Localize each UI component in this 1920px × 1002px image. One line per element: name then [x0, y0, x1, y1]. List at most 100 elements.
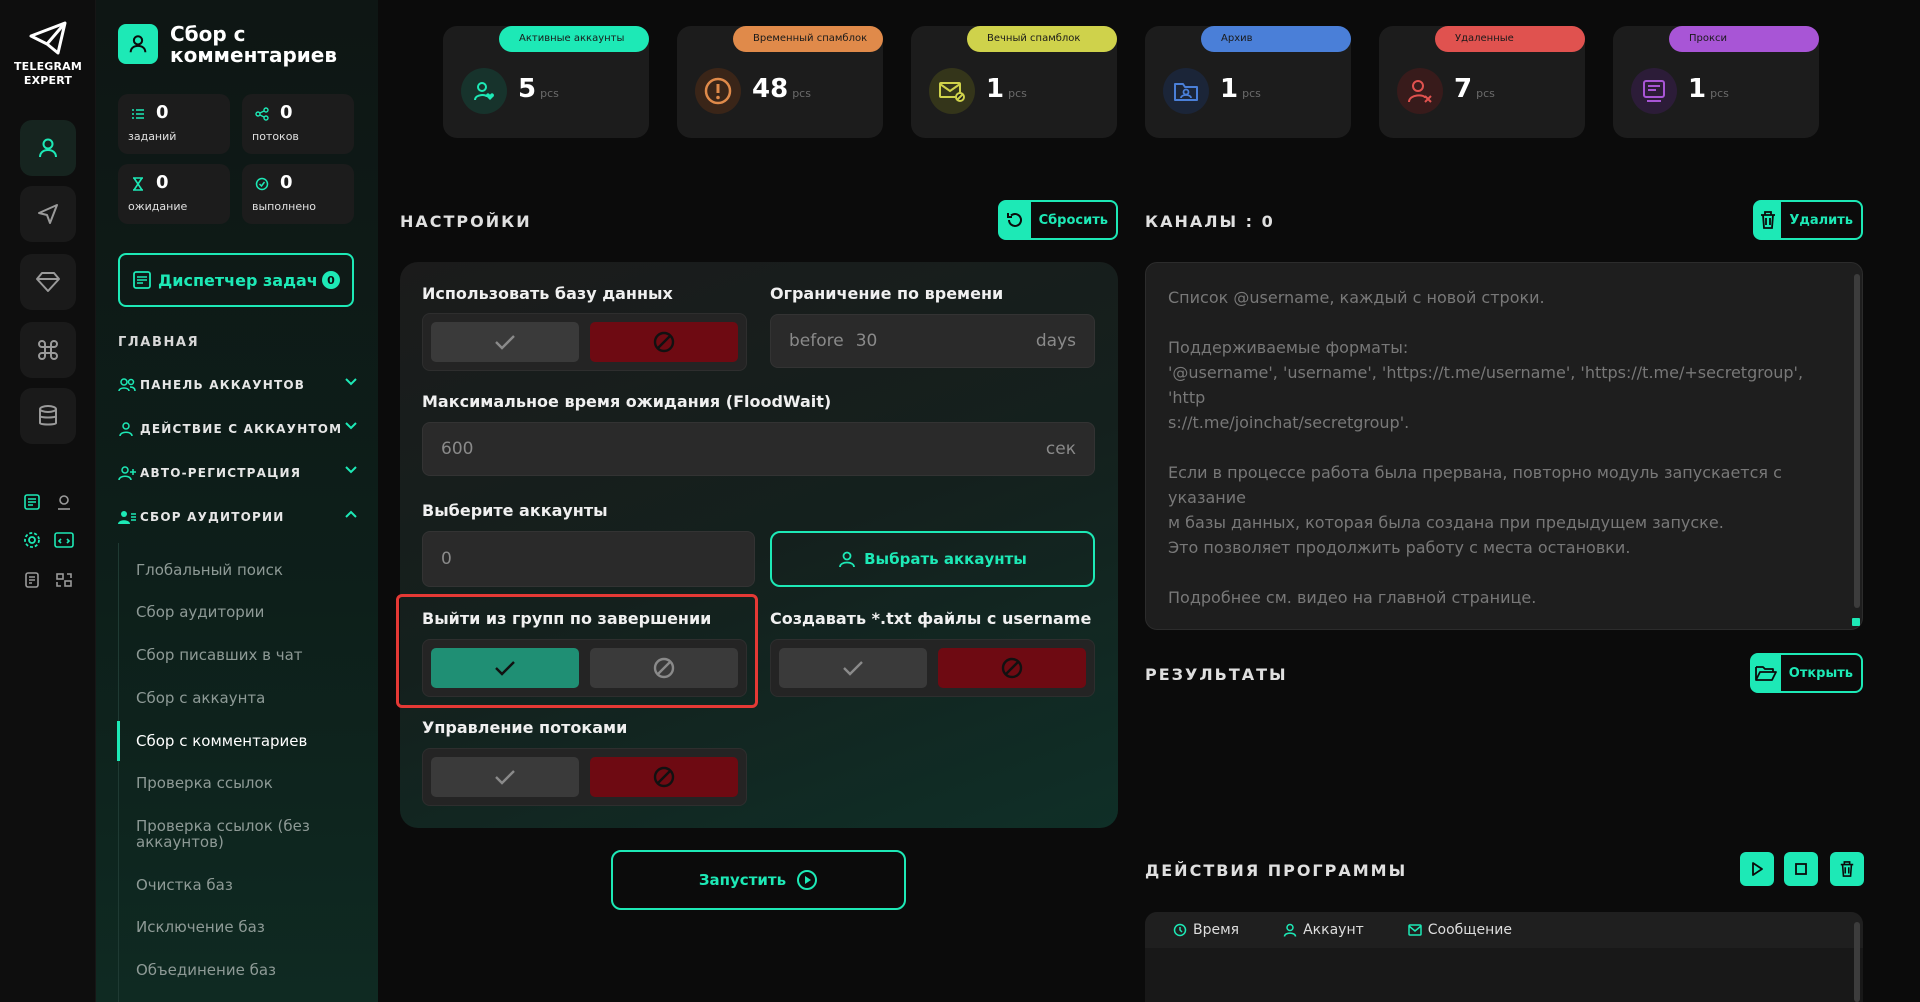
card-value: 1 pcs [1220, 74, 1261, 104]
channels-textarea[interactable]: Список @username, каждый с новой строки.… [1145, 262, 1863, 630]
settings-gear-icon[interactable] [20, 528, 44, 552]
use-db-yes-button[interactable] [431, 322, 579, 362]
chevron-down-icon [345, 466, 357, 474]
subnav-chat-writers[interactable]: Сбор писавших в чат [136, 647, 346, 663]
subnav-merge-bases[interactable]: Объединение баз [136, 962, 346, 978]
task-dispatcher-button[interactable]: Диспетчер задач 0 [118, 253, 354, 307]
sidebar: Сбор с комментариев 0 заданий 0 потоков … [96, 0, 378, 1002]
nav-group-label: ПАНЕЛЬ АККАУНТОВ [140, 378, 306, 392]
chevron-down-icon [345, 422, 357, 430]
nav-group-label: СБОР АУДИТОРИИ [140, 510, 285, 524]
play-icon [1752, 862, 1763, 876]
nav-group-accounts-panel[interactable]: ПАНЕЛЬ АККАУНТОВ [118, 374, 358, 396]
sidebar-section-title: ГЛАВНАЯ [118, 335, 200, 350]
card-deleted[interactable]: Удаленные 7 pcs [1379, 26, 1585, 138]
card-value: 48 pcs [752, 74, 811, 104]
log-scrollbar[interactable] [1854, 922, 1860, 1002]
subnav-audience[interactable]: Сбор аудитории [136, 604, 346, 620]
time-limit-suffix: days [1035, 331, 1076, 351]
card-value: 7 pcs [1454, 74, 1495, 104]
delete-channels-button[interactable]: Удалить [1753, 200, 1863, 240]
floodwait-label: Максимальное время ожидания (FloodWait) [422, 392, 832, 411]
open-results-button[interactable]: Открыть [1750, 653, 1863, 693]
subnav-check-links[interactable]: Проверка ссылок [136, 775, 346, 791]
card-temp-spamblock[interactable]: Временный спамблок 48 pcs [677, 26, 883, 138]
settings-title: НАСТРОЙКИ [400, 212, 532, 231]
subnav-check-links-no-accounts[interactable]: Проверка ссылок (без аккаунтов) [136, 818, 346, 850]
users-list-icon [118, 509, 140, 525]
card-perm-spamblock[interactable]: Вечный спамблок 1 pcs [911, 26, 1117, 138]
card-tag: Удаленные [1435, 26, 1585, 52]
create-txt-toggle [770, 639, 1095, 697]
clear-log-button[interactable] [1830, 852, 1864, 886]
rail-commands-button[interactable] [20, 322, 76, 378]
rail-send-button[interactable] [20, 186, 76, 242]
subnav-from-account[interactable]: Сбор с аккаунта [136, 690, 346, 706]
document-list-icon[interactable] [20, 568, 44, 592]
folder-open-icon [1751, 655, 1781, 691]
time-limit-input[interactable]: before 30 days [770, 314, 1095, 368]
diamond-icon [36, 272, 60, 292]
floodwait-input[interactable]: 600 сек [422, 422, 1095, 476]
subnav-from-comments[interactable]: Сбор с комментариев [136, 733, 346, 749]
code-window-icon[interactable] [52, 528, 76, 552]
location-user-icon[interactable] [52, 490, 76, 514]
rail-database-button[interactable] [20, 388, 76, 444]
card-proxy[interactable]: Прокси 1 pcs [1613, 26, 1819, 138]
threads-icon [254, 106, 270, 122]
use-db-toggle [422, 313, 747, 371]
mail-block-icon [929, 68, 975, 114]
stat-threads: 0 потоков [242, 94, 354, 154]
subnav-clean-bases[interactable]: Очистка баз [136, 877, 346, 893]
log-col-account[interactable]: Аккаунт [1283, 922, 1364, 938]
resize-handle-icon[interactable] [1852, 618, 1860, 626]
stat-waiting-label: ожидание [128, 200, 188, 213]
floodwait-value: 600 [441, 439, 474, 459]
nav-group-account-actions[interactable]: ДЕЙСТВИЕ С АККАУНТОМ [118, 418, 358, 440]
chevron-up-icon [345, 510, 357, 518]
trash-icon [1840, 861, 1854, 877]
dispatcher-count-badge: 0 [322, 271, 340, 289]
log-col-message[interactable]: Сообщение [1408, 922, 1512, 938]
play-button[interactable] [1740, 852, 1774, 886]
dispatcher-icon [133, 271, 151, 289]
server-tasks-icon[interactable] [20, 490, 44, 514]
stop-button[interactable] [1784, 852, 1818, 886]
create-txt-yes-button[interactable] [779, 648, 927, 688]
card-archive[interactable]: Архив 1 pcs [1145, 26, 1351, 138]
results-title: РЕЗУЛЬТАТЫ [1145, 665, 1288, 684]
transfer-icon[interactable] [52, 568, 76, 592]
select-accounts-button[interactable]: Выбрать аккаунты [770, 531, 1095, 587]
start-button[interactable]: Запустить [611, 850, 906, 910]
open-label: Открыть [1788, 665, 1853, 681]
stop-icon [1795, 863, 1807, 875]
reset-icon [999, 202, 1031, 238]
check-icon [495, 770, 515, 785]
rail-accounts-button[interactable] [20, 120, 76, 176]
reset-button[interactable]: Сбросить [998, 200, 1118, 240]
accounts-input[interactable]: 0 [422, 531, 755, 587]
nav-group-auto-registration[interactable]: АВТО-РЕГИСТРАЦИЯ [118, 462, 358, 484]
card-active-accounts[interactable]: Активные аккаунты 5 pcs [443, 26, 649, 138]
rail-premium-button[interactable] [20, 254, 76, 310]
nav-group-audience-collection[interactable]: СБОР АУДИТОРИИ [118, 506, 358, 528]
log-col-time[interactable]: Время [1173, 922, 1239, 938]
command-icon [38, 340, 58, 360]
user-heart-icon [461, 68, 507, 114]
create-txt-no-button[interactable] [938, 648, 1086, 688]
dispatcher-label: Диспетчер задач [158, 270, 318, 290]
subnav-global-search[interactable]: Глобальный поиск [136, 562, 346, 578]
threads-control-yes-button[interactable] [431, 757, 579, 797]
card-tag: Вечный спамблок [967, 26, 1117, 52]
delete-label: Удалить [1789, 212, 1853, 228]
placeholder-line: Это позволяет продолжить работу с места … [1168, 538, 1631, 557]
users-icon [118, 378, 140, 392]
actions-title: ДЕЙСТВИЯ ПРОГРАММЫ [1145, 861, 1408, 880]
create-txt-label: Создавать *.txt файлы с username [770, 609, 1092, 628]
channels-scrollbar[interactable] [1854, 274, 1860, 608]
time-limit-label: Ограничение по времени [770, 284, 1004, 303]
use-db-no-button[interactable] [590, 322, 738, 362]
subnav-exclude-bases[interactable]: Исключение баз [136, 919, 346, 935]
check-circle-icon [254, 176, 270, 192]
threads-control-no-button[interactable] [590, 757, 738, 797]
